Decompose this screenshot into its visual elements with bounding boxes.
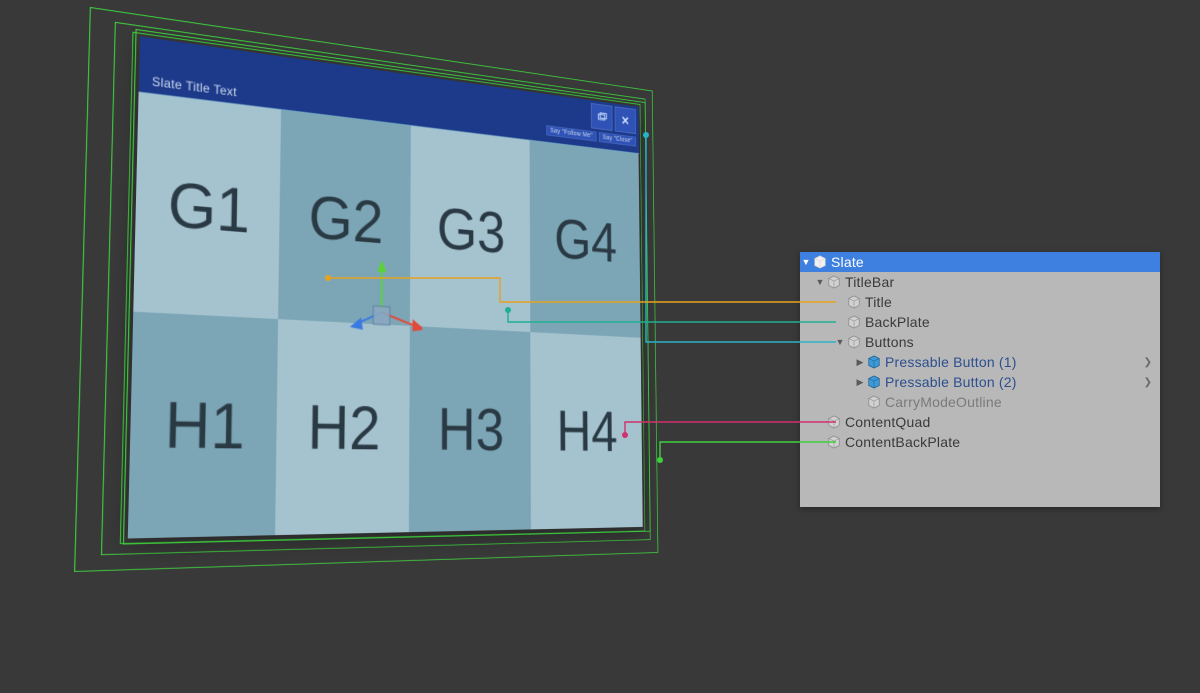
gameobject-cube-icon [827, 435, 841, 449]
hierarchy-label: CarryModeOutline [885, 394, 1156, 410]
gameobject-cube-icon [813, 255, 827, 269]
hierarchy-panel[interactable]: ▼ Slate ▼ TitleBar Title BackPlate ▼ Buttons ▶ Pr… [800, 252, 1160, 507]
expand-arrow-icon[interactable]: ▼ [814, 277, 826, 287]
hierarchy-row-carry[interactable]: CarryModeOutline [800, 392, 1160, 412]
slate-title-buttons: ✕ [591, 103, 636, 134]
tile-g3: G3 [410, 125, 530, 332]
gameobject-cube-icon [847, 335, 861, 349]
hierarchy-label: Title [865, 294, 1156, 310]
hierarchy-label: ContentBackPlate [845, 434, 1156, 450]
gameobject-cube-icon [827, 415, 841, 429]
tile-g2: G2 [278, 109, 411, 326]
gameobject-cube-icon [867, 375, 881, 389]
gameobject-cube-icon [847, 295, 861, 309]
follow-me-button[interactable] [591, 103, 613, 131]
hierarchy-label: ContentQuad [845, 414, 1156, 430]
hierarchy-row-titlebar[interactable]: ▼ TitleBar [800, 272, 1160, 292]
expand-arrow-icon[interactable]: ▶ [854, 377, 866, 388]
tile-h2: H2 [275, 319, 410, 535]
gameobject-cube-icon [867, 355, 881, 369]
hierarchy-row-btn1[interactable]: ▶ Pressable Button (1)❯ [800, 352, 1160, 372]
slate-title-text: Slate Title Text [152, 74, 237, 99]
hierarchy-label: Slate [831, 254, 1156, 270]
slate-content-quad[interactable]: G1 G2 G3 G4 H1 H2 H3 H4 [128, 92, 643, 539]
expand-arrow-icon[interactable]: ▶ [854, 357, 866, 368]
tile-h4: H4 [530, 332, 643, 529]
hierarchy-label: Pressable Button (2) [885, 374, 1144, 390]
gameobject-cube-icon [867, 395, 881, 409]
tile-g1: G1 [133, 92, 281, 319]
hierarchy-row-contentbackplate[interactable]: ContentBackPlate [800, 432, 1160, 452]
hierarchy-label: TitleBar [845, 274, 1156, 290]
expand-arrow-icon[interactable]: ▼ [834, 337, 846, 347]
close-hint: Say "Close" [599, 132, 636, 147]
hierarchy-row-backplate[interactable]: BackPlate [800, 312, 1160, 332]
hierarchy-label: Buttons [865, 334, 1156, 350]
open-prefab-chevron-icon[interactable]: ❯ [1144, 357, 1156, 368]
close-button[interactable]: ✕ [615, 106, 636, 134]
hierarchy-label: BackPlate [865, 314, 1156, 330]
gameobject-cube-icon [847, 315, 861, 329]
expand-arrow-icon[interactable]: ▼ [800, 257, 812, 267]
hierarchy-row-btn2[interactable]: ▶ Pressable Button (2)❯ [800, 372, 1160, 392]
gameobject-cube-icon [827, 275, 841, 289]
hierarchy-row-slate[interactable]: ▼ Slate [800, 252, 1160, 272]
tile-g4: G4 [530, 140, 641, 338]
slate-group: Slate Title Text ✕ Say "Follow Me" Say "… [128, 37, 643, 539]
slate-prefab[interactable]: Slate Title Text ✕ Say "Follow Me" Say "… [128, 37, 643, 539]
tile-h3: H3 [409, 326, 531, 532]
open-prefab-chevron-icon[interactable]: ❯ [1144, 377, 1156, 388]
follow-me-hint: Say "Follow Me" [546, 125, 596, 141]
hierarchy-row-buttons[interactable]: ▼ Buttons [800, 332, 1160, 352]
tile-h1: H1 [128, 312, 278, 539]
hierarchy-row-contentquad[interactable]: ContentQuad [800, 412, 1160, 432]
hierarchy-label: Pressable Button (1) [885, 354, 1144, 370]
hierarchy-row-title[interactable]: Title [800, 292, 1160, 312]
